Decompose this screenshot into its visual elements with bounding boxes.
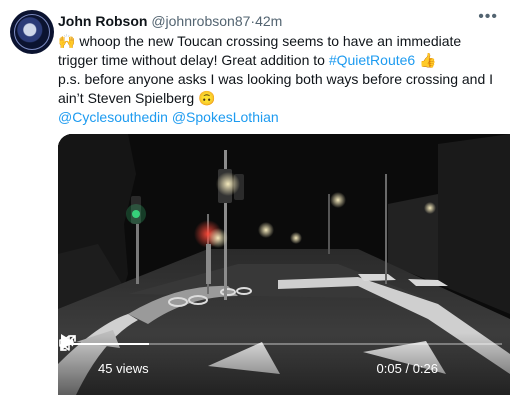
tweet-text-ps: p.s. before anyone asks I was looking bo… xyxy=(58,71,494,106)
tweet-header: John Robson @johnrobson87·42m xyxy=(58,12,282,30)
video-player[interactable]: 45 views 0:05 / 0:26 xyxy=(58,134,510,395)
video-progress-bar[interactable] xyxy=(66,343,502,345)
upside-down-face-emoji: 🙃 xyxy=(198,90,216,106)
tweet-time[interactable]: 42m xyxy=(255,13,282,29)
current-time: 0:05 xyxy=(376,361,402,376)
mention-spokeslothian[interactable]: @SpokesLothian xyxy=(172,109,279,125)
video-progress-fill xyxy=(66,343,149,345)
fullscreen-icon[interactable] xyxy=(58,333,78,353)
video-time: 0:05 / 0:26 xyxy=(377,361,438,376)
mention-cyclesouthedin[interactable]: @Cyclesouthedin xyxy=(58,109,168,125)
author-name[interactable]: John Robson xyxy=(58,13,147,29)
raising-hands-emoji: 🙌 xyxy=(58,33,76,49)
tweet-line-2: p.s. before anyone asks I was looking bo… xyxy=(58,70,503,108)
duration: 0:26 xyxy=(412,361,438,376)
video-controls: 45 views 0:05 / 0:26 xyxy=(58,333,510,395)
view-count: 45 views xyxy=(98,361,149,376)
tweet-mentions: @Cyclesouthedin @SpokesLothian xyxy=(58,108,503,127)
tweet-text: 🙌 whoop the new Toucan crossing seems to… xyxy=(58,32,503,127)
avatar[interactable] xyxy=(10,10,54,54)
hashtag-link[interactable]: #QuietRoute6 xyxy=(329,52,415,68)
more-dots-icon[interactable]: ••• xyxy=(478,8,498,26)
tweet[interactable]: John Robson @johnrobson87·42m ••• 🙌 whoo… xyxy=(0,0,510,395)
author-handle[interactable]: @johnrobson87 xyxy=(151,13,250,29)
thumbs-up-emoji: 👍 xyxy=(419,52,437,68)
time-separator: / xyxy=(401,361,413,376)
tweet-line-1: 🙌 whoop the new Toucan crossing seems to… xyxy=(58,32,503,70)
